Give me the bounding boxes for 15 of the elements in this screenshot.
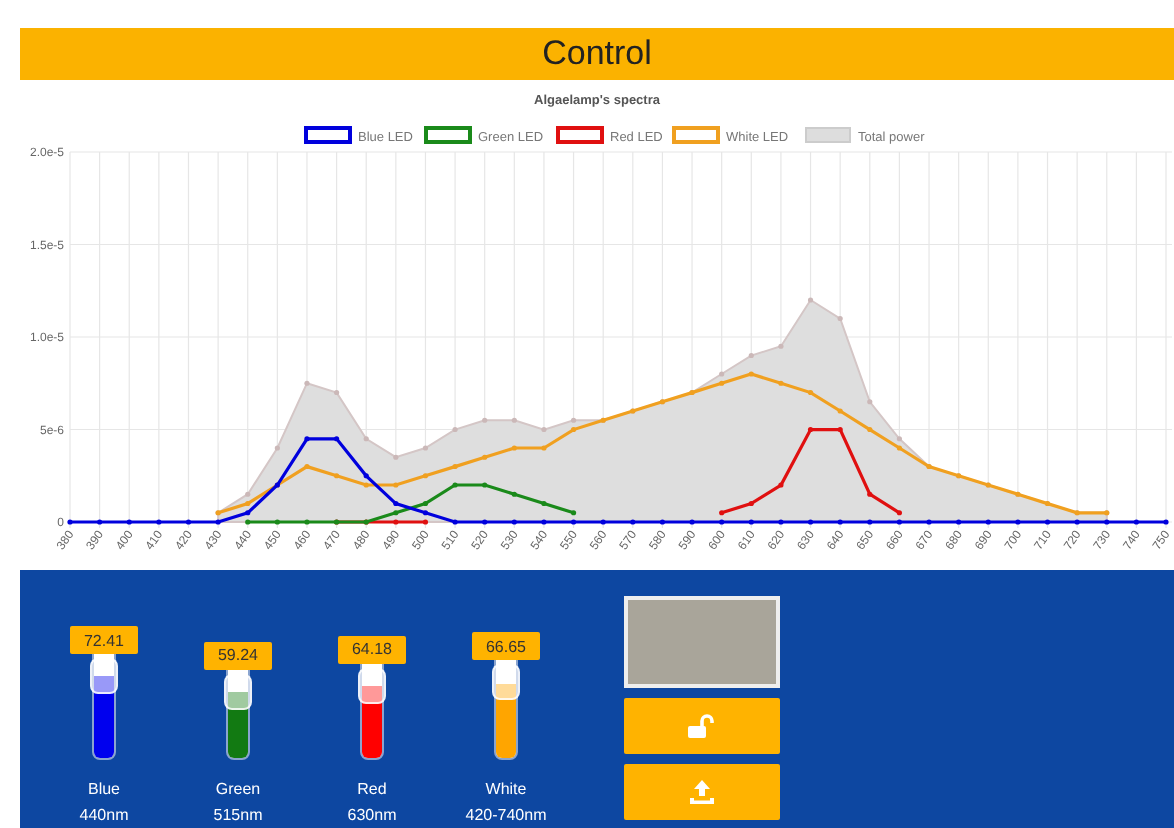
wavelength-label: 440nm xyxy=(79,804,129,828)
upload-icon xyxy=(690,780,714,804)
unlocked-padlock-icon xyxy=(688,714,716,738)
channel-name: Green xyxy=(215,778,261,802)
wavelength-label: 420-740nm xyxy=(465,804,547,828)
wavelength-label: 630nm xyxy=(347,804,397,828)
value-tooltip: 59.24 xyxy=(204,641,272,670)
wavelength-label: 515nm xyxy=(213,804,263,828)
channel-name: Red xyxy=(357,778,387,802)
page-title: Control xyxy=(542,34,652,74)
channel-name: White xyxy=(485,778,527,802)
value-tooltip: 72.41 xyxy=(70,626,138,655)
channel-name: Blue xyxy=(87,778,120,802)
value-tooltip: 64.18 xyxy=(338,635,406,664)
value-tooltip: 66.65 xyxy=(472,632,540,661)
